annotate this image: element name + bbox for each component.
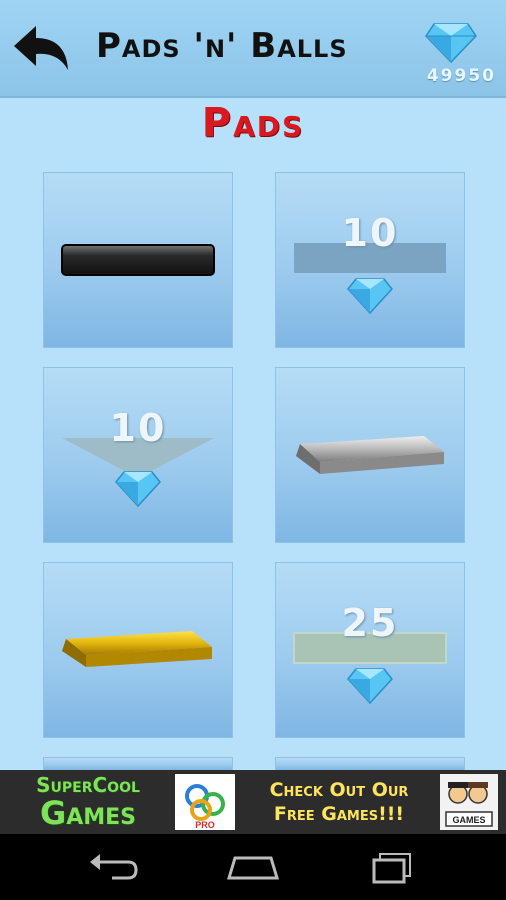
pad-tile-silver[interactable] xyxy=(276,368,464,542)
ad-brand: SuperCool Games xyxy=(8,774,168,830)
pad-tile-partial[interactable] xyxy=(276,758,464,770)
home-nav-icon[interactable] xyxy=(223,848,283,886)
ad-text: Check Out Our Free Games!!! xyxy=(244,778,434,826)
ad-game-logo: PRO xyxy=(175,774,235,830)
rings-logo-icon: PRO xyxy=(185,784,225,830)
diamond-icon xyxy=(347,278,393,315)
diamond-icon xyxy=(347,668,393,705)
ad-text-line1: Check Out Our xyxy=(269,779,409,801)
ad-logo-badge: PRO xyxy=(195,820,215,830)
ad-banner[interactable]: SuperCool Games PRO Check Out Our Free G… xyxy=(0,770,506,834)
ad-games-icon: GAMES xyxy=(440,774,498,830)
characters-icon: GAMES xyxy=(445,782,493,827)
pad-tile-gold[interactable] xyxy=(44,563,232,737)
ad-text-line2: Free Games!!! xyxy=(273,803,405,825)
ad-icon-label: GAMES xyxy=(452,815,485,825)
back-nav-icon[interactable] xyxy=(82,848,142,886)
silver-pad-icon xyxy=(296,436,444,474)
pad-tile-partial[interactable] xyxy=(44,758,232,770)
gold-pad-icon xyxy=(62,631,212,667)
pad-tile-locked-25[interactable]: 25 xyxy=(276,563,464,737)
ad-brand-line1: SuperCool xyxy=(36,773,140,797)
pad-tile-locked-10[interactable]: 10 xyxy=(276,173,464,347)
pad-tile-black[interactable] xyxy=(44,173,232,347)
black-pad-icon xyxy=(61,244,215,276)
ad-brand-line2: Games xyxy=(39,794,137,832)
pad-grid: 10 10 25 xyxy=(0,0,506,770)
system-nav-bar xyxy=(0,834,506,900)
diamond-icon xyxy=(115,471,161,508)
recent-apps-nav-icon[interactable] xyxy=(364,848,424,886)
pad-tile-locked-10-triangle[interactable]: 10 xyxy=(44,368,232,542)
